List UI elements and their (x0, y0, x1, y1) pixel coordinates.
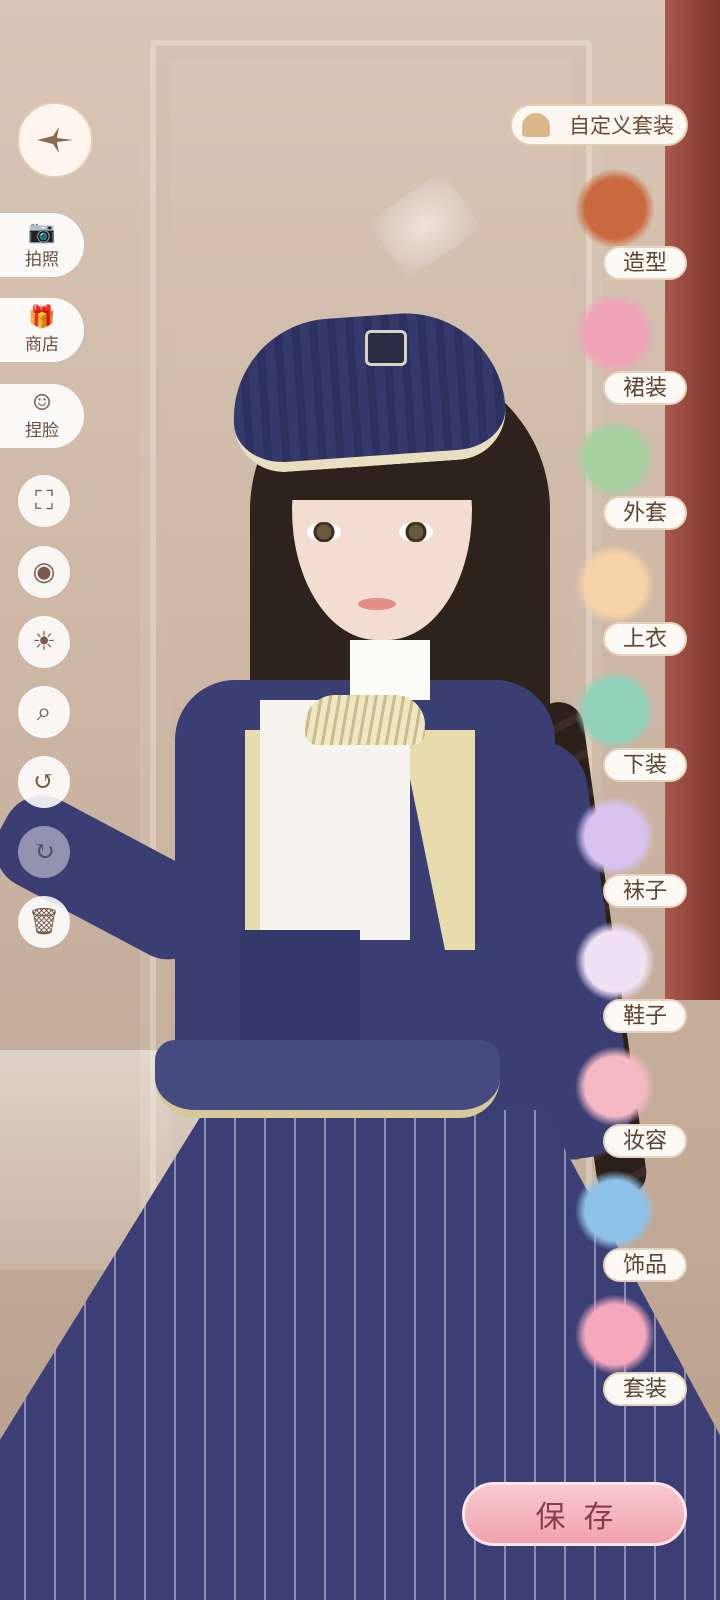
character-lips (358, 598, 396, 610)
category-bottom[interactable]: 下装 (565, 670, 695, 782)
undo-icon: ↺ (33, 767, 55, 797)
category-label: 裙装 (603, 371, 687, 405)
category-label: 袜子 (603, 874, 687, 908)
shoes-thumbnail (575, 921, 655, 1011)
character-eye-left (307, 522, 341, 542)
camera-icon: 📷 (28, 219, 56, 245)
custom-outfit-button[interactable]: 自定义套装 (510, 104, 688, 146)
photo-label: 拍照 (25, 249, 59, 270)
back-button[interactable] (17, 102, 93, 178)
character-peplum (155, 1040, 500, 1118)
eye-icon: ◉ (32, 557, 56, 587)
save-button[interactable]: 保存 (462, 1482, 687, 1546)
face-edit-label: 捏脸 (25, 420, 59, 441)
back-arrow-icon (37, 127, 73, 153)
face-edit-button[interactable]: ☺ 捏脸 (0, 384, 84, 448)
makeup-thumbnail (575, 1046, 655, 1136)
character-bow (305, 695, 425, 745)
top-thumbnail (575, 544, 655, 634)
character-eye-right (399, 522, 433, 542)
category-makeup[interactable]: 妆容 (565, 1046, 695, 1158)
category-top[interactable]: 上衣 (565, 544, 695, 656)
zoom-button[interactable]: ⌕ (18, 686, 70, 738)
undo-button[interactable]: ↺ (18, 756, 70, 808)
category-label: 上衣 (603, 622, 687, 656)
fullscreen-icon: ⛶ (34, 485, 54, 516)
photo-button[interactable]: 📷 拍照 (0, 213, 84, 277)
shop-icon: 🎁 (28, 304, 56, 330)
brightness-icon: ☀ (32, 627, 56, 657)
coat-thumbnail (575, 418, 655, 508)
character-collar (350, 640, 430, 700)
category-label: 鞋子 (603, 999, 687, 1033)
hide-ui-button[interactable]: ◉ (18, 546, 70, 598)
category-label: 外套 (603, 496, 687, 530)
brightness-button[interactable]: ☀ (18, 616, 70, 668)
outfit-set-thumbnail (575, 1294, 655, 1384)
redo-button[interactable]: ↻ (18, 826, 70, 878)
category-outfit-set[interactable]: 套装 (565, 1294, 695, 1406)
dress-icon (522, 113, 550, 137)
trash-icon: 🗑 (27, 907, 61, 937)
category-hairstyle[interactable]: 造型 (565, 168, 695, 280)
beret-badge (365, 330, 407, 366)
delete-button[interactable]: 🗑 (18, 896, 70, 948)
bottom-thumbnail (575, 670, 655, 760)
zoom-icon: ⌕ (36, 696, 52, 727)
socks-thumbnail (575, 796, 655, 886)
category-coat[interactable]: 外套 (565, 418, 695, 530)
shop-button[interactable]: 🎁 商店 (0, 298, 84, 362)
category-label: 下装 (603, 748, 687, 782)
category-accessories[interactable]: 饰品 (565, 1170, 695, 1282)
face-icon: ☺ (32, 390, 52, 416)
fullscreen-button[interactable]: ⛶ (18, 475, 70, 527)
category-label: 套装 (603, 1372, 687, 1406)
hairstyle-thumbnail (575, 168, 655, 258)
custom-outfit-label: 自定义套装 (569, 114, 674, 138)
redo-icon: ↻ (33, 837, 55, 867)
category-label: 造型 (603, 246, 687, 280)
accessories-thumbnail (575, 1170, 655, 1260)
dress-thumbnail (575, 293, 655, 383)
category-dress[interactable]: 裙装 (565, 293, 695, 405)
category-label: 饰品 (603, 1248, 687, 1282)
category-label: 妆容 (603, 1124, 687, 1158)
category-socks[interactable]: 袜子 (565, 796, 695, 908)
shop-label: 商店 (25, 334, 59, 355)
character-corset (240, 930, 360, 1040)
category-shoes[interactable]: 鞋子 (565, 921, 695, 1033)
